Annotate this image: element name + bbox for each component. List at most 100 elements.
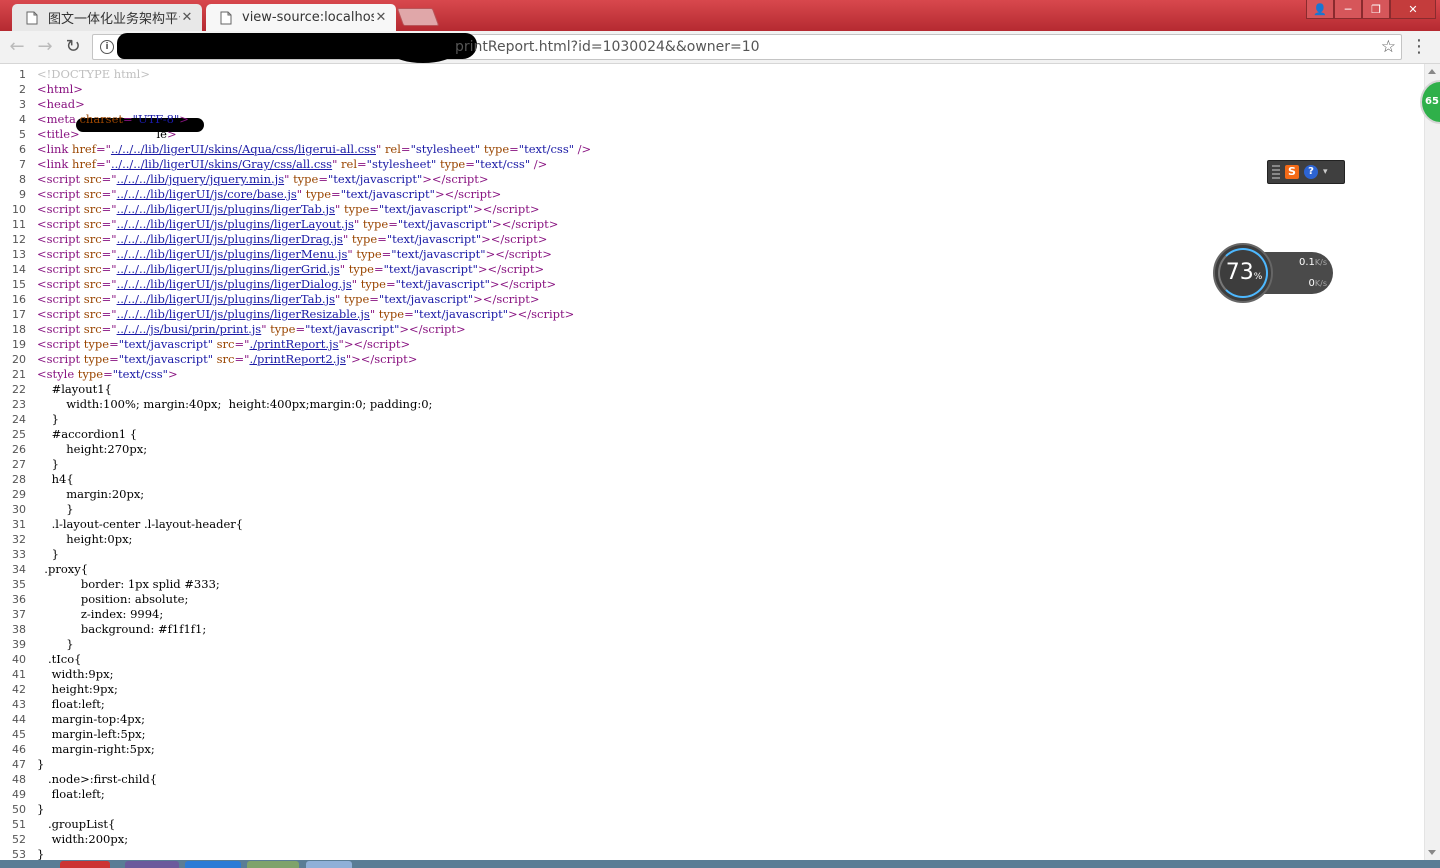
line-number: 52 bbox=[12, 833, 26, 846]
source-line: 32 height:0px; bbox=[0, 532, 1400, 547]
line-code: } bbox=[37, 802, 45, 816]
source-line: 33 } bbox=[0, 547, 1400, 562]
minimize-button[interactable]: ─ bbox=[1334, 0, 1362, 19]
taskbar-app-icon[interactable] bbox=[306, 861, 352, 868]
source-line: 41 width:9px; bbox=[0, 667, 1400, 682]
source-line: 37 z-index: 9994; bbox=[0, 607, 1400, 622]
line-code: <html> bbox=[37, 82, 83, 96]
source-line: 16 <script src="../../../lib/ligerUI/js/p… bbox=[0, 292, 1400, 307]
source-line: 49 float:left; bbox=[0, 787, 1400, 802]
user-icon[interactable]: 👤 bbox=[1306, 0, 1334, 19]
line-number: 31 bbox=[12, 518, 26, 531]
page-icon bbox=[26, 11, 40, 25]
gauge-value: 73% bbox=[1225, 260, 1263, 285]
maximize-button[interactable]: ❐ bbox=[1362, 0, 1390, 19]
network-speed-widget[interactable]: ↑ 0.1K/s ↓ 0K/s 73% bbox=[1213, 243, 1333, 303]
line-number: 41 bbox=[12, 668, 26, 681]
os-taskbar bbox=[0, 860, 1440, 868]
line-code: <script src="../../../lib/ligerUI/js/plu… bbox=[37, 307, 575, 321]
source-line: 7 <link href="../../../lib/ligerUI/skins/… bbox=[0, 157, 1400, 172]
source-line: 35 border: 1px splid #333; bbox=[0, 577, 1400, 592]
redaction-mark bbox=[393, 43, 453, 63]
source-line: 9 <script src="../../../lib/ligerUI/js/co… bbox=[0, 187, 1400, 202]
tab-view-source[interactable]: view-source:localhost:8 ✕ bbox=[206, 4, 396, 31]
line-code: <link href="../../../lib/ligerUI/skins/A… bbox=[37, 142, 592, 156]
source-line: 27 } bbox=[0, 457, 1400, 472]
line-number: 16 bbox=[12, 293, 26, 306]
help-icon[interactable]: ? bbox=[1304, 165, 1318, 179]
window-close-button[interactable]: ✕ bbox=[1390, 0, 1436, 19]
bookmark-star-icon[interactable]: ☆ bbox=[1381, 37, 1396, 57]
taskbar-app-icon[interactable] bbox=[185, 861, 241, 868]
forward-button[interactable]: → bbox=[34, 37, 56, 59]
source-line: 13 <script src="../../../lib/ligerUI/js/p… bbox=[0, 247, 1400, 262]
scroll-down-arrow-icon[interactable] bbox=[1428, 850, 1436, 855]
line-number: 27 bbox=[12, 458, 26, 471]
line-number: 39 bbox=[12, 638, 26, 651]
taskbar-app-icon[interactable] bbox=[125, 861, 179, 868]
source-line: 30 } bbox=[0, 502, 1400, 517]
source-line: 17 <script src="../../../lib/ligerUI/js/p… bbox=[0, 307, 1400, 322]
line-number: 17 bbox=[12, 308, 26, 321]
line-code: z-index: 9994; bbox=[37, 607, 164, 621]
address-bar[interactable]: i printReport.html?id=1030024&&owner=10 … bbox=[92, 33, 1402, 63]
info-icon[interactable]: i bbox=[100, 40, 114, 54]
line-code: <script src="../../../lib/ligerUI/js/cor… bbox=[37, 187, 502, 201]
line-code: <script src="../../../lib/ligerUI/js/plu… bbox=[37, 247, 552, 261]
source-line: 44 margin-top:4px; bbox=[0, 712, 1400, 727]
line-code: .node>:first-child{ bbox=[37, 772, 158, 786]
line-code: <script type="text/javascript" src="./pr… bbox=[37, 352, 418, 366]
sogou-icon[interactable]: S bbox=[1285, 165, 1299, 179]
line-number: 8 bbox=[19, 173, 26, 186]
reload-button[interactable]: ↻ bbox=[62, 37, 84, 59]
browser-menu-icon[interactable]: ⋮ bbox=[1410, 37, 1428, 57]
line-number: 18 bbox=[12, 323, 26, 336]
new-tab-button[interactable] bbox=[396, 8, 440, 26]
line-code: .proxy{ bbox=[37, 562, 89, 576]
source-line: 6 <link href="../../../lib/ligerUI/skins/… bbox=[0, 142, 1400, 157]
taskbar-app-icon[interactable] bbox=[247, 861, 299, 868]
line-number: 21 bbox=[12, 368, 26, 381]
source-line: 5 <title> le> bbox=[0, 127, 1400, 142]
line-number: 42 bbox=[12, 683, 26, 696]
source-view: 1 <!DOCTYPE html> 2 <html> 3 <head> 4 <meta cha… bbox=[0, 64, 1424, 860]
taskbar-app-icon[interactable] bbox=[60, 861, 110, 868]
line-code: <script src="../../../lib/ligerUI/js/plu… bbox=[37, 232, 548, 246]
line-code: margin-top:4px; bbox=[37, 712, 146, 726]
line-number: 47 bbox=[12, 758, 26, 771]
line-code: <!DOCTYPE html> bbox=[37, 67, 151, 81]
line-code: <style type="text/css"> bbox=[37, 367, 178, 381]
chevron-down-icon[interactable]: ▾ bbox=[1323, 167, 1328, 177]
ime-toolbar[interactable]: S ? ▾ bbox=[1267, 160, 1345, 184]
source-line: 1 <!DOCTYPE html> bbox=[0, 67, 1400, 82]
close-icon[interactable]: ✕ bbox=[180, 10, 194, 25]
line-code: margin-right:5px; bbox=[37, 742, 155, 756]
tab-platform[interactable]: 图文一体化业务架构平台 ✕ bbox=[12, 4, 202, 31]
line-number: 43 bbox=[12, 698, 26, 711]
line-number: 38 bbox=[12, 623, 26, 636]
browser-toolbar: ← → ↻ i printReport.html?id=1030024&&own… bbox=[0, 31, 1440, 64]
line-number: 9 bbox=[19, 188, 26, 201]
back-button[interactable]: ← bbox=[6, 37, 28, 59]
vertical-scrollbar[interactable] bbox=[1424, 64, 1440, 860]
close-icon[interactable]: ✕ bbox=[374, 10, 388, 25]
line-number: 1 bbox=[19, 68, 26, 81]
source-line: 3 <head> bbox=[0, 97, 1400, 112]
drag-handle-icon[interactable] bbox=[1272, 165, 1280, 179]
source-line: 12 <script src="../../../lib/ligerUI/js/p… bbox=[0, 232, 1400, 247]
line-code: background: #f1f1f1; bbox=[37, 622, 207, 636]
line-number: 34 bbox=[12, 563, 26, 576]
source-line: 25 #accordion1 { bbox=[0, 427, 1400, 442]
line-number: 40 bbox=[12, 653, 26, 666]
line-number: 13 bbox=[12, 248, 26, 261]
line-number: 35 bbox=[12, 578, 26, 591]
memory-gauge[interactable]: 73% bbox=[1213, 243, 1273, 303]
line-number: 6 bbox=[19, 143, 26, 156]
line-number: 28 bbox=[12, 473, 26, 486]
source-line: 45 margin-left:5px; bbox=[0, 727, 1400, 742]
line-code: } bbox=[37, 502, 74, 516]
scroll-up-arrow-icon[interactable] bbox=[1428, 69, 1436, 74]
page-icon bbox=[220, 11, 234, 25]
line-code: <script src="../../../lib/ligerUI/js/plu… bbox=[37, 217, 559, 231]
source-line: 26 height:270px; bbox=[0, 442, 1400, 457]
